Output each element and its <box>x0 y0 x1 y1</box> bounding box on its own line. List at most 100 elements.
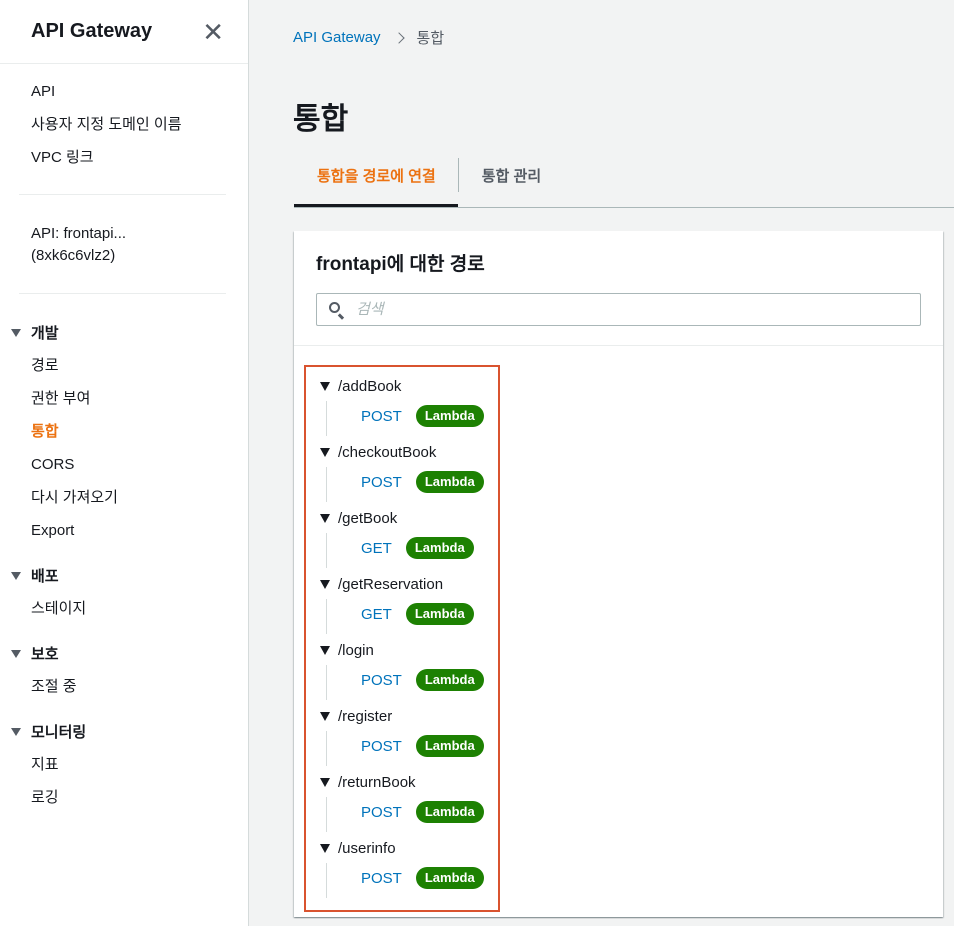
integration-badge: Lambda <box>405 603 474 625</box>
caret-down-icon <box>320 843 330 853</box>
route-method-link[interactable]: GET <box>361 606 392 623</box>
integration-badge: Lambda <box>415 471 484 493</box>
sidebar-item-logging[interactable]: 로깅 <box>31 781 248 814</box>
sidebar-item-custom-domain[interactable]: 사용자 지정 도메인 이름 <box>31 108 248 141</box>
caret-down-icon <box>11 328 21 337</box>
sidebar-item-api[interactable]: API <box>31 75 248 108</box>
route-method-link[interactable]: POST <box>361 408 402 425</box>
close-icon[interactable]: ✕ <box>202 19 224 45</box>
sidebar-group-develop[interactable]: 개발 <box>0 316 248 349</box>
route-path-toggle[interactable]: /returnBook <box>320 771 498 793</box>
sidebar-group-label: 배포 <box>31 568 59 585</box>
route-item: /returnBook POST Lambda <box>320 771 498 837</box>
caret-down-icon <box>11 571 21 580</box>
route-item: /getReservation GET Lambda <box>320 573 498 639</box>
integration-badge: Lambda <box>415 735 484 757</box>
route-path: /userinfo <box>338 839 396 857</box>
route-path-toggle[interactable]: /getBook <box>320 507 498 529</box>
route-method-link[interactable]: GET <box>361 540 392 557</box>
route-method-link[interactable]: POST <box>361 672 402 689</box>
route-path: /register <box>338 707 393 725</box>
route-path-toggle[interactable]: /login <box>320 639 498 661</box>
sidebar-group-label: 모니터링 <box>31 724 87 741</box>
integration-badge: Lambda <box>405 537 474 559</box>
panel-title: frontapi에 대한 경로 <box>316 254 485 275</box>
search-box <box>316 293 921 326</box>
breadcrumb-root-link[interactable]: API Gateway <box>293 29 381 46</box>
sidebar-group-protect[interactable]: 보호 <box>0 637 248 670</box>
caret-down-icon <box>320 447 330 457</box>
sidebar-item-authorization[interactable]: 권한 부여 <box>31 382 248 415</box>
sidebar-group-items: 지표 로깅 <box>0 748 248 814</box>
breadcrumb: API Gateway 통합 <box>293 27 444 48</box>
route-item: /checkoutBook POST Lambda <box>320 441 498 507</box>
sidebar-item-reimport[interactable]: 다시 가져오기 <box>31 481 248 514</box>
route-path: /getBook <box>338 509 398 527</box>
route-method-link[interactable]: POST <box>361 804 402 821</box>
sidebar-item-cors[interactable]: CORS <box>31 448 248 481</box>
sidebar-divider <box>19 194 226 195</box>
sidebar-api-label: API: frontapi... <box>31 225 127 242</box>
routes-tree: /addBook POST Lambda /checkoutBook POST La… <box>304 365 500 912</box>
sidebar-top-links: API 사용자 지정 도메인 이름 VPC 링크 <box>0 64 248 180</box>
route-path-toggle[interactable]: /userinfo <box>320 837 498 859</box>
sidebar-item-integrations[interactable]: 통합 <box>31 415 248 448</box>
sidebar-group-items: 스테이지 <box>0 592 248 625</box>
sidebar: API Gateway ✕ API 사용자 지정 도메인 이름 VPC 링크 A… <box>0 0 249 926</box>
sidebar-item-stages[interactable]: 스테이지 <box>31 592 248 625</box>
tree-line <box>326 797 327 832</box>
tree-line <box>326 665 327 700</box>
sidebar-title: API Gateway <box>31 20 153 42</box>
integration-badge: Lambda <box>415 669 484 691</box>
route-path: /checkoutBook <box>338 443 437 461</box>
route-method-link[interactable]: POST <box>361 870 402 887</box>
route-path: /addBook <box>338 377 402 395</box>
route-path: /login <box>338 641 374 659</box>
sidebar-item-export[interactable]: Export <box>31 514 248 547</box>
sidebar-group-monitor[interactable]: 모니터링 <box>0 715 248 748</box>
route-path: /returnBook <box>338 773 416 791</box>
route-method-row: POST Lambda <box>361 667 484 693</box>
panel-header: frontapi에 대한 경로 <box>294 231 943 346</box>
breadcrumb-current: 통합 <box>416 30 445 47</box>
sidebar-item-vpc-link[interactable]: VPC 링크 <box>31 141 248 174</box>
page-title: 통합 <box>293 103 349 136</box>
route-item: /getBook GET Lambda <box>320 507 498 573</box>
routes-panel: frontapi에 대한 경로 /addBook POST Lambda /che… <box>294 231 943 917</box>
route-path-toggle[interactable]: /getReservation <box>320 573 498 595</box>
route-item: /addBook POST Lambda <box>320 375 498 441</box>
sidebar-group-label: 개발 <box>31 325 59 342</box>
route-path-toggle[interactable]: /register <box>320 705 498 727</box>
caret-down-icon <box>320 711 330 721</box>
route-method-row: POST Lambda <box>361 469 484 495</box>
route-method-link[interactable]: POST <box>361 474 402 491</box>
chevron-right-icon <box>392 31 405 44</box>
sidebar-group-deploy[interactable]: 배포 <box>0 559 248 592</box>
route-method-row: POST Lambda <box>361 865 484 891</box>
tab-manage-integrations[interactable]: 통합 관리 <box>459 155 563 207</box>
tab-attach-integrations[interactable]: 통합을 경로에 연결 <box>294 155 458 207</box>
sidebar-api-id: (8xk6c6vlz2) <box>31 247 116 264</box>
sidebar-item-throttling[interactable]: 조절 중 <box>31 670 248 703</box>
sidebar-group-label: 보호 <box>31 646 59 663</box>
sidebar-item-metrics[interactable]: 지표 <box>31 748 248 781</box>
caret-down-icon <box>11 649 21 658</box>
route-method-row: POST Lambda <box>361 799 484 825</box>
caret-down-icon <box>320 381 330 391</box>
tree-line <box>326 599 327 634</box>
sidebar-api-name[interactable]: API: frontapi... (8xk6c6vlz2) <box>0 223 248 267</box>
search-input[interactable] <box>356 301 896 318</box>
route-path-toggle[interactable]: /checkoutBook <box>320 441 498 463</box>
route-path-toggle[interactable]: /addBook <box>320 375 498 397</box>
caret-down-icon <box>11 727 21 736</box>
sidebar-group-items: 경로 권한 부여 통합 CORS 다시 가져오기 Export <box>0 349 248 547</box>
integration-badge: Lambda <box>415 867 484 889</box>
sidebar-divider <box>19 293 226 294</box>
route-method-link[interactable]: POST <box>361 738 402 755</box>
sidebar-item-routes[interactable]: 경로 <box>31 349 248 382</box>
route-item: /userinfo POST Lambda <box>320 837 498 903</box>
integration-badge: Lambda <box>415 405 484 427</box>
tab-bar: 통합을 경로에 연결 통합 관리 <box>294 155 954 208</box>
caret-down-icon <box>320 777 330 787</box>
sidebar-group-items: 조절 중 <box>0 670 248 703</box>
